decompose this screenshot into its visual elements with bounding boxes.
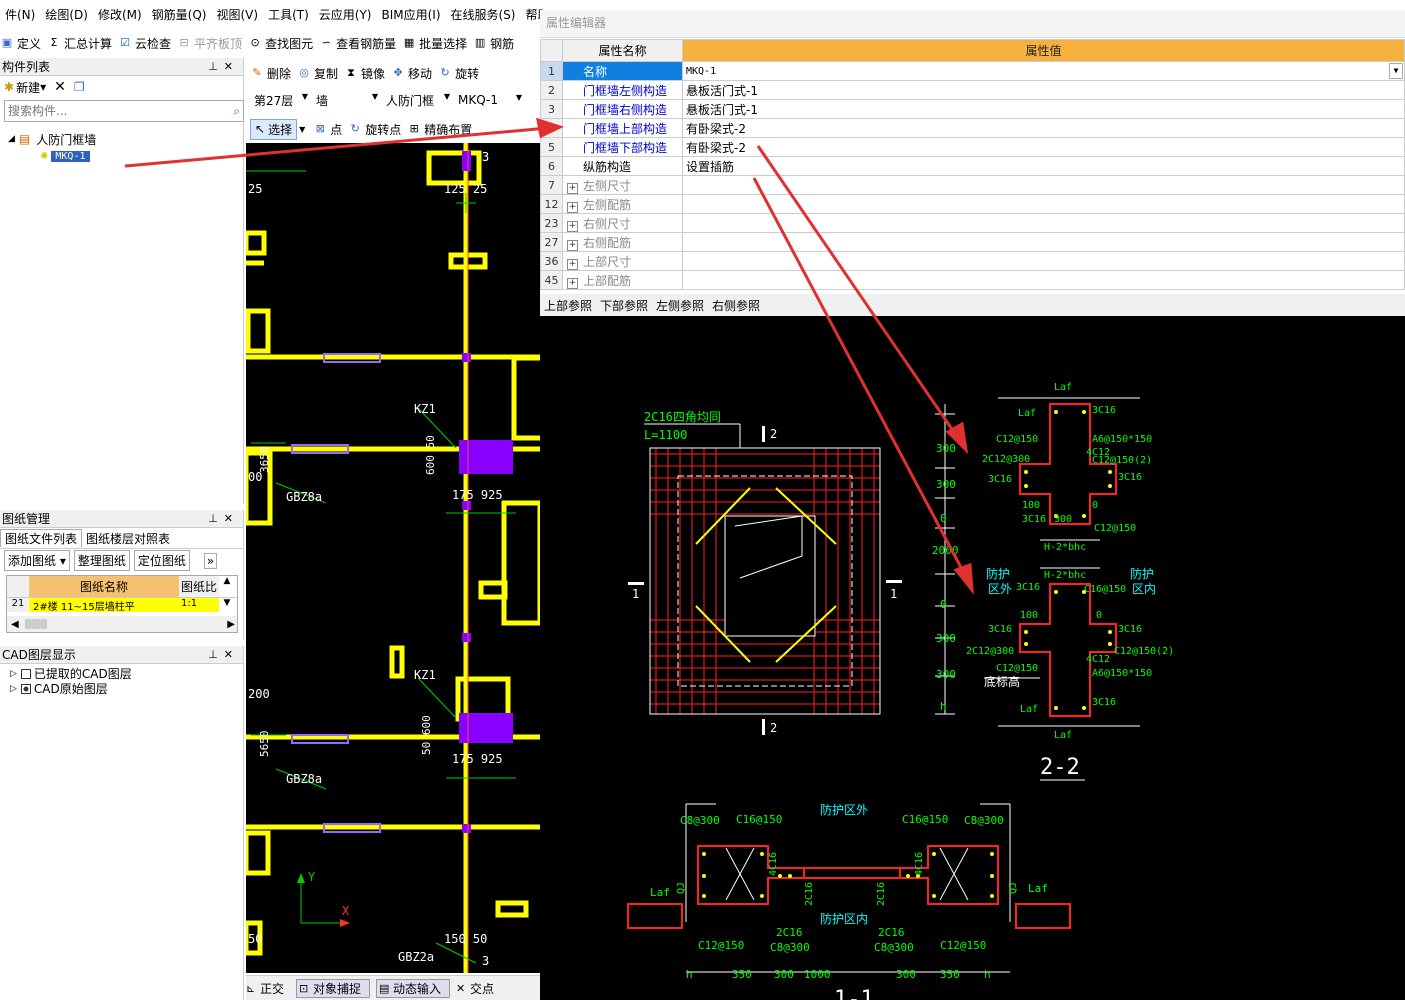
- arrow-component-to-name: [124, 126, 549, 168]
- arrow-bottom-to-22b: [752, 177, 967, 576]
- arrow-head-icon: [536, 117, 565, 139]
- arrow-top-to-22a: [756, 145, 960, 439]
- annotation-arrows: [124, 117, 974, 595]
- arrow-head-icon: [953, 562, 974, 595]
